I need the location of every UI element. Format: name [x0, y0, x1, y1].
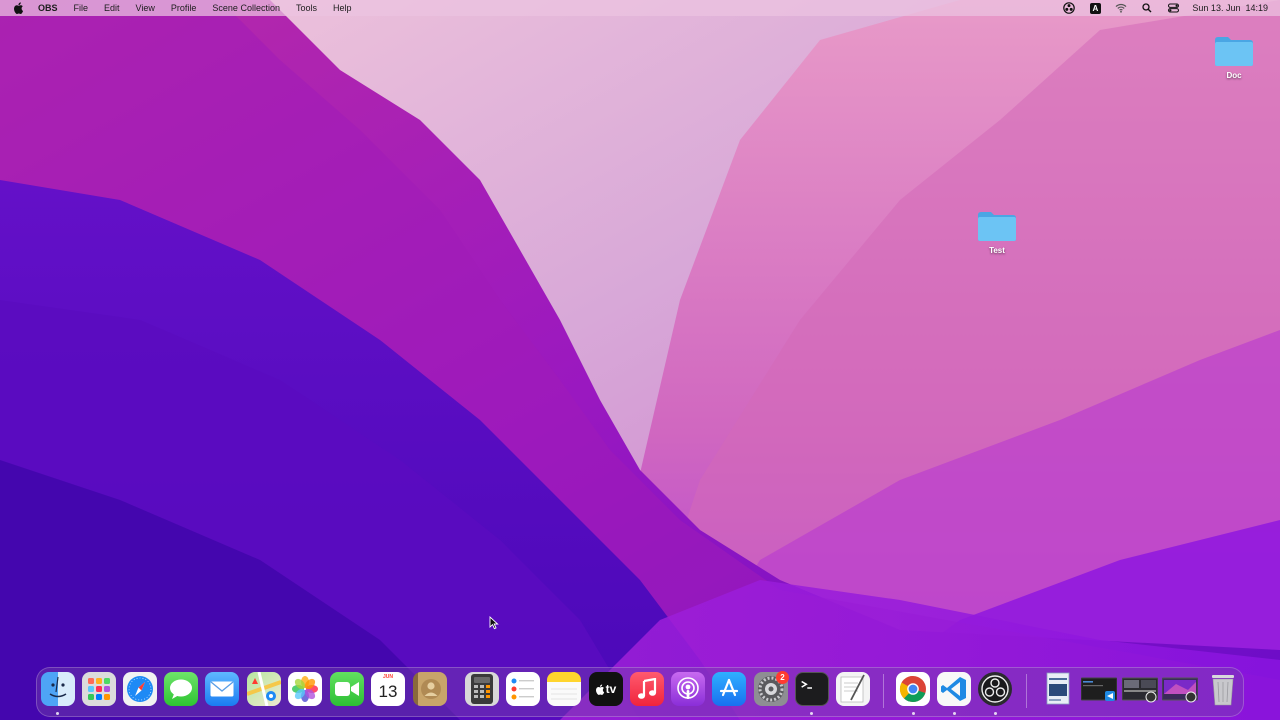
document-icon [1046, 672, 1070, 705]
dock-textedit[interactable] [836, 672, 870, 706]
safari-compass-icon [127, 676, 153, 702]
dock-document-thumbnail[interactable] [1041, 672, 1075, 706]
podcasts-icon [677, 677, 699, 699]
running-indicator [912, 712, 915, 715]
apple-icon[interactable] [12, 0, 26, 16]
dock-tv[interactable]: tv [589, 672, 623, 706]
dock-separator [1026, 674, 1027, 708]
dock-visual-studio-code[interactable] [937, 672, 971, 706]
dock-trash[interactable] [1206, 672, 1240, 706]
input-source-icon[interactable]: A [1088, 0, 1102, 16]
dock-notes[interactable] [547, 672, 581, 706]
reminders-list-icon [511, 678, 534, 700]
dock-music[interactable] [630, 672, 664, 706]
app-store-icon [719, 678, 739, 697]
mouse-cursor [489, 616, 499, 630]
chrome-icon [899, 675, 926, 702]
window-thumbnail-icon [1122, 677, 1158, 703]
photos-flower-icon [292, 676, 318, 702]
search-icon[interactable] [1140, 0, 1154, 16]
running-indicator [953, 712, 956, 715]
dock-app-store[interactable] [712, 672, 746, 706]
tv-label: tv [605, 682, 617, 696]
launchpad-icon [88, 678, 110, 700]
folder-icon [1215, 37, 1253, 66]
dock-google-chrome[interactable] [896, 672, 930, 706]
desktop-folder-doc[interactable]: Doc [1204, 34, 1264, 80]
control-center-icon[interactable] [1166, 0, 1180, 16]
menu-tools[interactable]: Tools [288, 0, 325, 16]
dock-mail[interactable] [205, 672, 239, 706]
menu-bar-right: A Sun 13. Jun 14:19 [1050, 0, 1280, 16]
window-thumbnail-icon [1081, 677, 1117, 701]
menu-help[interactable]: Help [325, 0, 360, 16]
dock-podcasts[interactable] [671, 672, 705, 706]
dock-minimized-window-desktop[interactable] [1162, 672, 1198, 706]
textedit-pen-icon [840, 674, 865, 703]
menu-scene-collection[interactable]: Scene Collection [204, 0, 288, 16]
dock-launchpad[interactable] [82, 672, 116, 706]
dock-separator [883, 674, 884, 708]
calculator-icon [471, 674, 493, 704]
wifi-icon[interactable] [1114, 0, 1128, 16]
dock-messages[interactable] [164, 672, 198, 706]
dock-facetime[interactable] [330, 672, 364, 706]
menu-bar-clock[interactable]: Sun 13. Jun 14:19 [1192, 3, 1268, 13]
dock-calculator[interactable] [465, 672, 499, 706]
menu-view[interactable]: View [128, 0, 163, 16]
menu-file[interactable]: File [66, 0, 97, 16]
clock-time: 14:19 [1245, 3, 1268, 13]
video-camera-icon [335, 682, 359, 696]
finder-icon [49, 676, 67, 698]
dock-maps[interactable] [247, 672, 281, 706]
input-source-letter: A [1089, 2, 1101, 14]
menu-profile[interactable]: Profile [163, 0, 205, 16]
dock-finder[interactable] [41, 672, 75, 706]
running-indicator [56, 712, 59, 715]
desktop-wallpaper [0, 0, 1280, 720]
dock-contacts[interactable] [413, 672, 447, 706]
menu-edit[interactable]: Edit [96, 0, 128, 16]
menu-bar-left: OBS File Edit View Profile Scene Collect… [0, 0, 360, 16]
folder-icon [978, 212, 1016, 241]
running-indicator [810, 712, 813, 715]
apple-icon [595, 683, 604, 695]
dock-minimized-window-vscode[interactable] [1081, 672, 1117, 706]
dock-obs[interactable] [978, 672, 1012, 706]
notification-badge: 2 [776, 671, 789, 684]
menu-bar: OBS File Edit View Profile Scene Collect… [0, 0, 1280, 16]
desktop-icon-label: Doc [1226, 71, 1242, 80]
dock-reminders[interactable] [506, 672, 540, 706]
desktop-folder-test[interactable]: Test [967, 209, 1027, 255]
window-thumbnail-icon [1162, 677, 1198, 703]
running-indicator [994, 712, 997, 715]
obs-icon [981, 675, 1009, 703]
dock-minimized-window-obs[interactable] [1122, 672, 1158, 706]
envelope-icon [210, 681, 234, 697]
music-note-icon [638, 678, 657, 699]
notes-icon [551, 688, 577, 700]
obs-status-icon[interactable] [1062, 0, 1076, 16]
message-bubble-icon [170, 679, 192, 699]
dock-photos[interactable] [288, 672, 322, 706]
vscode-icon [941, 677, 966, 701]
terminal-prompt-icon [801, 680, 812, 689]
calendar-day: 13 [378, 682, 398, 701]
clock-date: Sun 13. Jun [1192, 3, 1241, 13]
trash-icon [1212, 675, 1234, 706]
calendar-month: JUN [382, 674, 393, 680]
dock-calendar[interactable]: JUN 13 [371, 672, 405, 706]
map-icon [247, 672, 281, 706]
menu-app-name[interactable]: OBS [36, 0, 66, 16]
desktop-icon-label: Test [989, 246, 1005, 255]
dock-terminal[interactable] [795, 672, 829, 706]
dock-safari[interactable] [123, 672, 157, 706]
contact-person-icon [421, 679, 441, 699]
